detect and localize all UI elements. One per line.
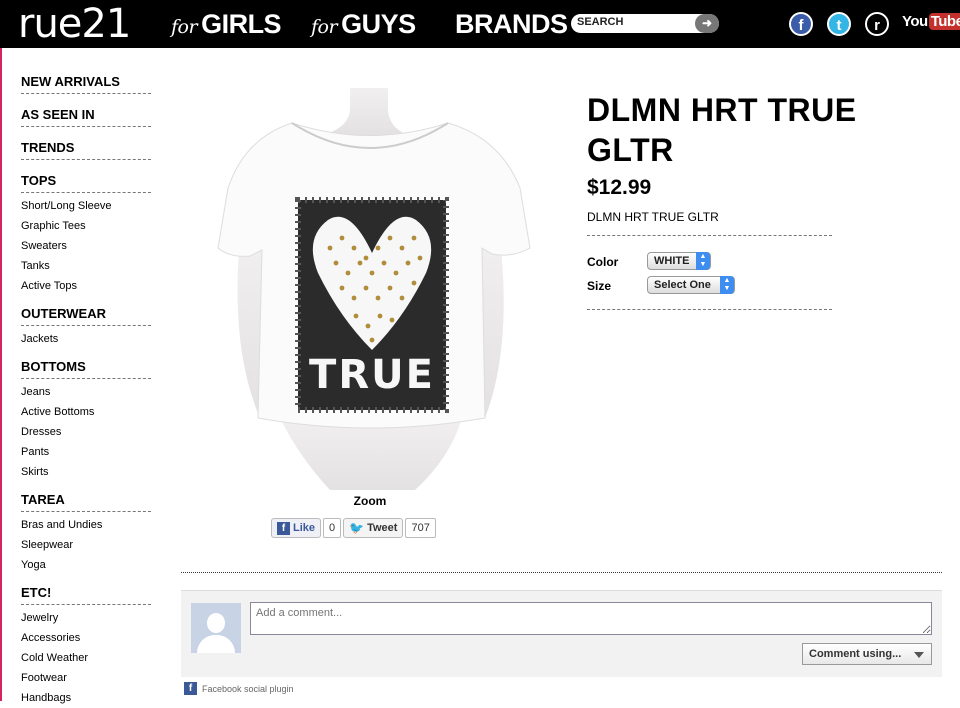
sidebar-item[interactable]: Sweaters	[21, 236, 151, 256]
nav-for-guys[interactable]: for GUYS	[311, 8, 416, 43]
tweet-label: Tweet	[367, 522, 398, 534]
search-box[interactable]: SEARCH ➜	[571, 14, 719, 33]
nav-for-guys-label: GUYS	[341, 9, 416, 39]
product-title: DLMN HRT TRUE GLTR	[587, 92, 857, 168]
zoom-link[interactable]: Zoom	[340, 494, 400, 508]
nav-for-girls[interactable]: for GIRLS	[171, 8, 282, 43]
sidebar-item[interactable]: Active Tops	[21, 276, 151, 296]
facebook-icon[interactable]: f	[789, 12, 813, 36]
sidebar-item[interactable]: Cold Weather	[21, 648, 151, 668]
like-label: Like	[293, 522, 316, 534]
plugin-label: Facebook social plugin	[202, 683, 294, 694]
search-input[interactable]: SEARCH	[577, 16, 623, 28]
details-divider-bottom	[587, 309, 832, 310]
twitter-icon[interactable]: t	[827, 12, 851, 36]
sidebar-cat-new-arrivals[interactable]: NEW ARRIVALS	[21, 74, 151, 94]
like-count: 0	[323, 518, 342, 538]
sidebar-item[interactable]: Jackets	[21, 329, 151, 349]
size-select[interactable]: Select One ▲ ▼	[647, 276, 735, 294]
avatar	[191, 603, 241, 653]
sidebar-item[interactable]: Accessories	[21, 628, 151, 648]
comment-using-label: Comment using...	[809, 648, 902, 660]
twitter-bird-icon: 🐦	[349, 521, 365, 535]
rue21-logo[interactable]: rue21	[18, 2, 131, 46]
facebook-icon: f	[277, 521, 290, 535]
sidebar-item[interactable]: Footwear	[21, 668, 151, 688]
top-header: rue21 for GIRLS for GUYS BRANDS SEARCH ➜ f…	[0, 0, 960, 48]
tweet-count: 707	[405, 518, 436, 538]
sidebar-item[interactable]: Short/Long Sleeve	[21, 196, 151, 216]
product-price: $12.99	[587, 176, 652, 199]
youtube-you: You	[902, 13, 928, 30]
sidebar-item[interactable]: Graphic Tees	[21, 216, 151, 236]
sidebar-item[interactable]: Tanks	[21, 256, 151, 276]
product-image[interactable]: TRUE	[200, 88, 540, 490]
size-label: Size	[587, 279, 612, 293]
sidebar-cat-bottoms[interactable]: BOTTOMS	[21, 359, 151, 379]
comment-using-button[interactable]: Comment using...	[802, 643, 932, 665]
nav-brands[interactable]: BRANDS	[455, 8, 568, 40]
sidebar-cat-trends[interactable]: TRENDS	[21, 140, 151, 160]
sidebar-item[interactable]: Handbags	[21, 688, 151, 708]
nav-for-girls-label: GIRLS	[201, 9, 282, 39]
sidebar-item[interactable]: Active Bottoms	[21, 402, 151, 422]
facebook-comments-box: Comment using...	[181, 590, 942, 677]
sidebar-item[interactable]: Sleepwear	[21, 535, 151, 555]
sidebar-cat-tops[interactable]: TOPS	[21, 173, 151, 193]
sidebar-cat-tarea[interactable]: TAREA	[21, 492, 151, 512]
avatar-head	[207, 613, 225, 633]
youtube-tube: Tube	[928, 13, 960, 30]
sidebar-cat-outerwear[interactable]: OUTERWEAR	[21, 306, 151, 326]
sidebar-item[interactable]: Yoga	[21, 555, 151, 575]
nav-for-girls-prefix: for	[171, 16, 198, 38]
nav-for-guys-prefix: for	[311, 16, 338, 38]
sidebar-item[interactable]: Bras and Undies	[21, 515, 151, 535]
color-select[interactable]: WHITE ▲ ▼	[647, 252, 711, 270]
comment-input[interactable]	[250, 602, 932, 635]
details-divider-top	[587, 235, 832, 236]
size-select-value: Select One	[654, 279, 711, 291]
product-description: DLMN HRT TRUE GLTR	[587, 210, 719, 224]
chevron-down-icon	[914, 652, 924, 658]
arrow-right-icon[interactable]: ➜	[695, 14, 719, 33]
category-sidebar: NEW ARRIVALS AS SEEN IN TRENDS TOPS Shor…	[21, 74, 151, 708]
sidebar-cat-as-seen-in[interactable]: AS SEEN IN	[21, 107, 151, 127]
sidebar-item[interactable]: Jewelry	[21, 608, 151, 628]
select-arrows-icon: ▲ ▼	[696, 252, 710, 270]
section-divider	[181, 572, 942, 573]
left-accent-bar	[0, 48, 2, 701]
facebook-icon: f	[184, 682, 197, 695]
color-label: Color	[587, 255, 619, 269]
sidebar-cat-etc[interactable]: ETC!	[21, 585, 151, 605]
tweet-button[interactable]: 🐦 Tweet	[343, 518, 404, 538]
sidebar-item[interactable]: Dresses	[21, 422, 151, 442]
youtube-icon[interactable]: You Tube	[902, 13, 960, 30]
sidebar-item[interactable]: Skirts	[21, 462, 151, 482]
facebook-plugin-credit[interactable]: f Facebook social plugin	[184, 682, 294, 695]
rue-r-icon[interactable]: r	[865, 12, 889, 36]
share-buttons: f Like 0 🐦 Tweet 707	[271, 518, 436, 538]
facebook-like-button[interactable]: f Like	[271, 518, 322, 538]
select-arrows-icon: ▲ ▼	[720, 276, 734, 294]
sidebar-item[interactable]: Jeans	[21, 382, 151, 402]
avatar-body	[197, 635, 235, 653]
shirt-graphic-text: TRUE	[309, 352, 435, 398]
color-select-value: WHITE	[654, 255, 690, 267]
sidebar-item[interactable]: Pants	[21, 442, 151, 462]
